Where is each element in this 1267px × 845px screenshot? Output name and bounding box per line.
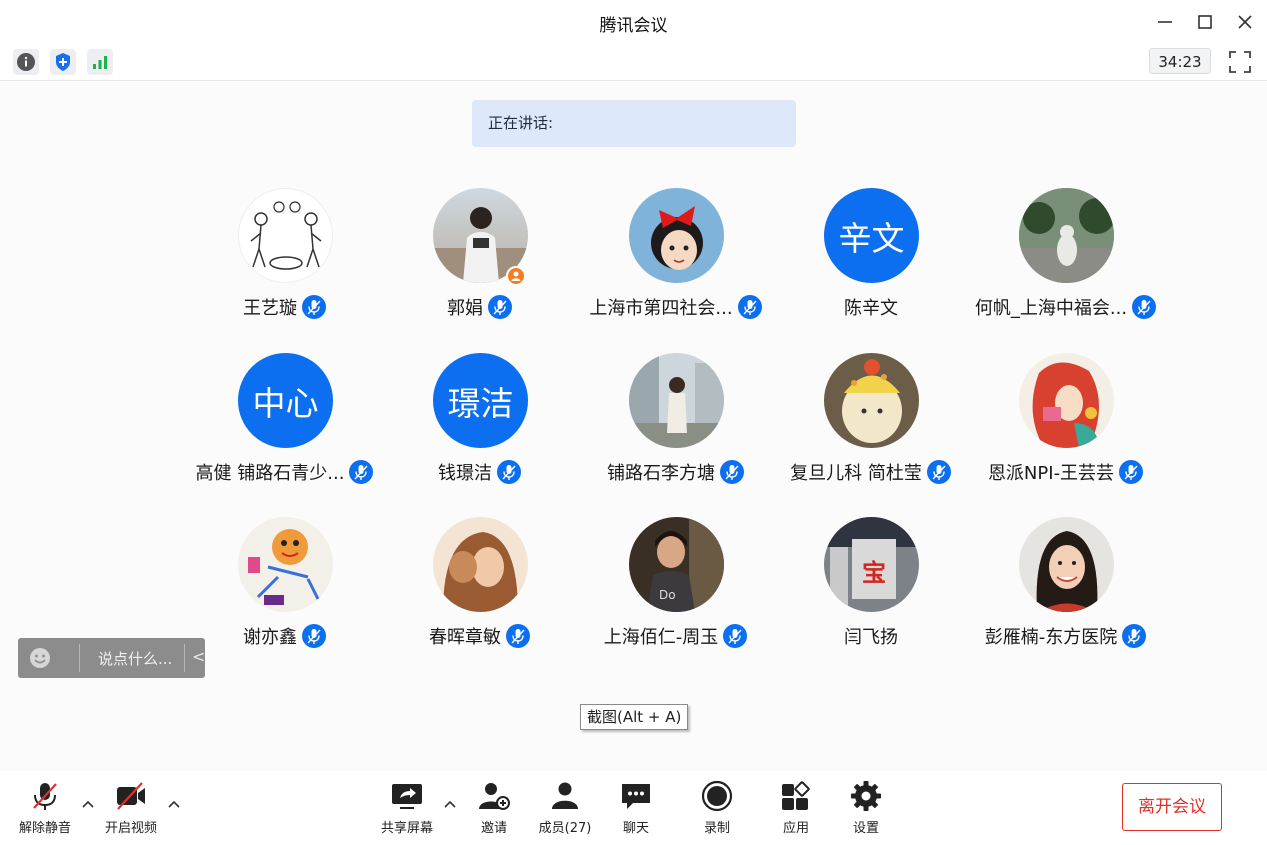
microphone-muted-icon xyxy=(302,624,326,648)
avatar: 宝 xyxy=(824,517,919,612)
microphone-muted-icon xyxy=(1122,624,1147,648)
share-options-chevron-icon[interactable] xyxy=(443,797,457,811)
participant-name: 复旦儿科 简杜莹 xyxy=(790,463,922,484)
microphone-muted-icon xyxy=(1119,460,1144,484)
participant-tile[interactable]: 何帆_上海中福会... xyxy=(966,188,1166,338)
svg-text:Do: Do xyxy=(659,588,676,602)
title-bar: 腾讯会议 xyxy=(0,0,1267,44)
avatar xyxy=(824,353,919,448)
start-video-button[interactable]: 开启视频 xyxy=(100,779,162,836)
maximize-icon[interactable] xyxy=(1193,10,1217,34)
microphone-muted-icon xyxy=(497,460,521,484)
unmute-label: 解除静音 xyxy=(18,821,71,836)
settings-button[interactable]: 设置 xyxy=(838,779,894,836)
record-label: 录制 xyxy=(703,821,730,836)
collapse-chevron-icon[interactable]: < xyxy=(192,647,205,666)
video-options-chevron-icon[interactable] xyxy=(167,797,181,811)
leave-meeting-button[interactable]: 离开会议 xyxy=(1122,783,1222,831)
unmute-button[interactable]: 解除静音 xyxy=(14,779,76,836)
speaking-indicator: 正在讲话: xyxy=(472,100,796,147)
divider xyxy=(79,644,80,672)
chat-button[interactable]: 聊天 xyxy=(608,779,664,836)
microphone-muted-icon xyxy=(302,295,326,319)
members-label: 成员(27) xyxy=(538,821,592,836)
members-button[interactable]: 成员(27) xyxy=(532,779,598,836)
avatar xyxy=(629,353,724,448)
chat-quick-input[interactable]: 说点什么... < xyxy=(18,638,205,678)
participant-name: 铺路石李方塘 xyxy=(607,463,715,484)
participant-name: 郭娟 xyxy=(447,298,483,319)
avatar xyxy=(629,188,724,283)
signal-strength-icon[interactable] xyxy=(87,49,113,75)
divider xyxy=(184,644,185,672)
host-badge-icon xyxy=(506,266,526,286)
members-icon xyxy=(552,782,578,809)
participant-tile[interactable]: 恩派NPI-王芸芸 xyxy=(966,353,1166,503)
apps-grid-icon xyxy=(782,781,810,810)
participant-name: 何帆_上海中福会... xyxy=(974,298,1128,319)
invite-label: 邀请 xyxy=(480,821,507,836)
chat-bubble-icon xyxy=(622,784,650,809)
avatar xyxy=(433,517,528,612)
participant-name: 王艺璇 xyxy=(243,298,297,319)
fullscreen-icon[interactable] xyxy=(1227,49,1253,75)
share-screen-button[interactable]: 共享屏幕 xyxy=(376,779,438,836)
record-button[interactable]: 录制 xyxy=(689,779,745,836)
gear-icon xyxy=(851,781,881,811)
start-video-label: 开启视频 xyxy=(104,821,157,836)
avatar xyxy=(1019,353,1114,448)
participant-name: 陈辛文 xyxy=(844,298,898,319)
settings-label: 设置 xyxy=(852,821,879,836)
avatar xyxy=(238,517,333,612)
participant-name: 钱璟洁 xyxy=(438,463,492,484)
participant-name: 彭雁楠-东方医院 xyxy=(984,627,1118,648)
chat-label: 聊天 xyxy=(622,821,649,836)
participant-name-row: 恩派NPI-王芸芸 xyxy=(926,459,1206,485)
chat-placeholder[interactable]: 说点什么... xyxy=(98,648,172,669)
video-camera-off-icon xyxy=(117,782,145,810)
share-screen-icon xyxy=(392,784,422,809)
info-icon[interactable] xyxy=(13,49,39,75)
control-bar: 解除静音 开启视频 共享屏幕 邀请 成员(27) 聊天 录制 应用 设置 离开会… xyxy=(0,771,1267,845)
participant-name: 上海佰仁-周玉 xyxy=(603,627,719,648)
record-icon xyxy=(701,780,733,812)
avatar: Do xyxy=(629,517,724,612)
avatar: 中心 xyxy=(238,353,333,448)
microphone-muted-icon xyxy=(506,624,530,648)
microphone-muted-icon xyxy=(488,295,512,319)
screenshot-tooltip: 截图(Alt + A) xyxy=(580,704,689,730)
participant-name: 恩派NPI-王芸芸 xyxy=(987,463,1115,484)
apps-button[interactable]: 应用 xyxy=(768,779,824,836)
security-shield-icon[interactable] xyxy=(50,49,76,75)
avatar: 璟洁 xyxy=(433,353,528,448)
emoji-icon[interactable] xyxy=(29,647,51,669)
microphone-muted-icon xyxy=(33,783,57,810)
window-title: 腾讯会议 xyxy=(599,16,668,36)
participant-name-row: 彭雁楠-东方医院 xyxy=(926,623,1206,649)
add-person-icon xyxy=(479,783,510,810)
participant-name: 高健 铺路石青少... xyxy=(195,463,345,484)
invite-button[interactable]: 邀请 xyxy=(466,779,522,836)
participant-name: 谢亦鑫 xyxy=(243,627,297,648)
microphone-muted-icon xyxy=(1132,295,1157,319)
avatar xyxy=(1019,188,1114,283)
avatar: 辛文 xyxy=(824,188,919,283)
apps-label: 应用 xyxy=(782,821,809,836)
participant-name: 春晖章敏 xyxy=(429,627,501,648)
minimize-icon[interactable] xyxy=(1153,10,1177,34)
avatar xyxy=(238,188,333,283)
audio-options-chevron-icon[interactable] xyxy=(81,797,95,811)
participant-name-row: 何帆_上海中福会... xyxy=(926,294,1206,320)
avatar xyxy=(1019,517,1114,612)
photo-sign-text: 宝 xyxy=(862,559,886,587)
close-icon[interactable] xyxy=(1233,10,1257,34)
participant-name: 上海市第四社会... xyxy=(589,298,733,319)
participant-tile[interactable]: 彭雁楠-东方医院 xyxy=(966,517,1166,667)
participant-name: 闫飞扬 xyxy=(844,627,898,648)
meeting-toolbar: 34:23 xyxy=(0,44,1267,81)
share-screen-label: 共享屏幕 xyxy=(380,821,433,836)
meeting-timer: 34:23 xyxy=(1149,48,1211,74)
